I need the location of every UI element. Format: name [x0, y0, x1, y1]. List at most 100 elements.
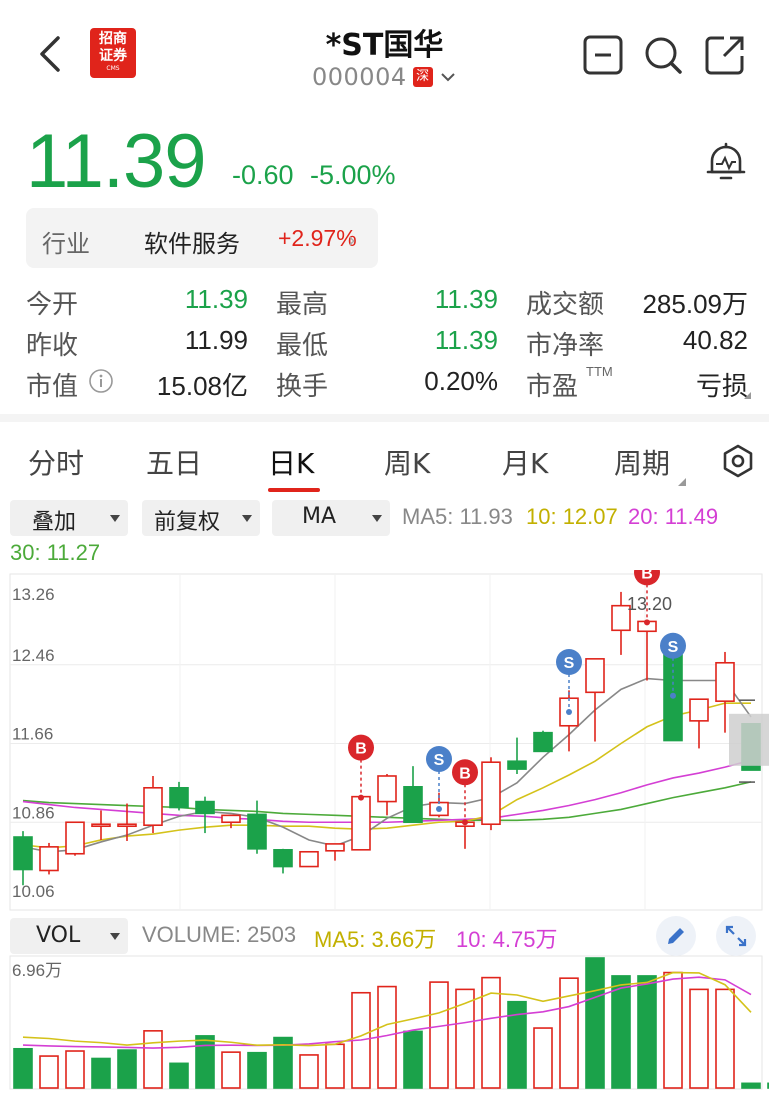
dropdown-arrow-icon — [242, 515, 252, 522]
volume-bar — [741, 1082, 761, 1089]
chevron-down-icon[interactable] — [439, 68, 457, 86]
minus-square-icon[interactable] — [582, 34, 624, 76]
volume-bar — [429, 981, 449, 1089]
tab-monthly-k[interactable]: 月K — [502, 442, 548, 482]
current-price-box — [729, 713, 769, 766]
stat-label-low: 最低 — [276, 331, 329, 361]
price-axis-label: 11.66 — [12, 725, 53, 744]
stat-prev-close: 11.99 — [184, 325, 248, 355]
marker-label: B — [459, 765, 471, 782]
candle-body — [117, 823, 137, 828]
candle-body — [221, 814, 241, 824]
candle-body — [689, 698, 709, 722]
price-axis-label: 12.46 — [12, 646, 55, 665]
candle-body — [169, 786, 189, 809]
marker-dot — [566, 709, 572, 715]
stat-open: 11.39 — [184, 284, 248, 314]
pencil-icon — [668, 928, 684, 944]
ma5-value: MA5: 11.93 — [402, 504, 513, 529]
stat-low: 11.39 — [434, 325, 498, 355]
tab-five-day[interactable]: 五日 — [146, 442, 202, 482]
ma30-value: 30: 11.27 — [10, 540, 101, 565]
dropdown-arrow-icon — [110, 515, 120, 522]
stat-label-open: 今开 — [26, 290, 79, 320]
marker-dot — [358, 794, 364, 801]
stat-label-high: 最高 — [276, 290, 329, 320]
stat-turnover: 0.20% — [424, 366, 498, 396]
price-axis-label: 10.06 — [12, 882, 55, 901]
marker-dot — [644, 619, 650, 626]
volume-bar — [637, 975, 657, 1089]
price-change: -0.60 — [232, 160, 294, 190]
marker-dot — [462, 819, 468, 826]
tab-period[interactable]: 周期 — [614, 442, 670, 482]
price-axis-label: 13.26 — [12, 585, 55, 604]
share-icon[interactable] — [704, 34, 746, 76]
volume-bar — [611, 975, 631, 1089]
marker-label: S — [668, 639, 679, 656]
stat-pb: 40.82 — [682, 325, 748, 355]
price-alert-icon[interactable] — [704, 140, 748, 184]
volume-axis-label: 6.96万 — [12, 961, 62, 980]
tab-intraday[interactable]: 分时 — [28, 442, 84, 482]
chevron-right-icon: › — [348, 228, 356, 252]
candle-body — [377, 775, 397, 803]
candle-body — [533, 731, 553, 753]
marker-dot — [436, 805, 442, 812]
stat-label-mcap: 市值 — [26, 372, 79, 402]
dropdown-arrow-icon — [110, 933, 120, 940]
stat-label-pb: 市净率 — [526, 331, 605, 361]
volume-bar — [403, 1030, 423, 1089]
volume-bar — [39, 1055, 59, 1089]
industry-card[interactable]: 行业 软件服务 +2.97% › — [26, 208, 378, 268]
volume-value: VOLUME: 2503 — [142, 922, 297, 947]
draw-tool-button[interactable] — [656, 916, 696, 956]
volume-bar — [117, 1049, 137, 1089]
candle-body — [585, 658, 605, 694]
tab-daily-k[interactable]: 日K — [268, 442, 314, 482]
indicator-dropdown[interactable]: MA — [272, 500, 390, 536]
volume-bar — [65, 1050, 85, 1089]
candle-body — [143, 786, 163, 827]
volume-indicator-dropdown[interactable]: VOL — [10, 918, 128, 954]
industry-name: 软件服务 — [144, 230, 240, 258]
ma20-value: 20: 11.49 — [628, 504, 719, 529]
candle-body — [273, 849, 293, 868]
volume-ma5: MA5: 3.66万 — [314, 927, 437, 952]
corner-marker — [744, 392, 751, 399]
marker-label: B — [641, 570, 653, 582]
ma10-value: 10: 12.07 — [526, 504, 618, 529]
candle-body — [507, 760, 527, 770]
settings-icon[interactable] — [720, 443, 756, 479]
price-axis-label: 10.86 — [12, 803, 55, 822]
dropdown-arrow-icon — [372, 515, 382, 522]
volume-bar — [247, 1051, 267, 1089]
candle-body — [247, 813, 267, 850]
adjust-dropdown[interactable]: 前复权 — [142, 500, 260, 536]
market-badge: 深 — [412, 67, 433, 87]
industry-label: 行业 — [42, 230, 90, 258]
stat-amount: 285.09万 — [642, 289, 748, 319]
stat-label-amount: 成交额 — [526, 290, 605, 320]
volume-bar — [195, 1035, 215, 1089]
marker-label: S — [564, 655, 575, 672]
stat-pe: 亏损 — [695, 371, 748, 401]
candle-body — [325, 843, 345, 852]
industry-change: +2.97% — [278, 225, 357, 251]
stock-code-selector[interactable]: 000004 深 — [312, 62, 457, 92]
fullscreen-button[interactable] — [716, 916, 756, 956]
stat-pe-ttm: TTM — [586, 364, 613, 379]
top-bar: 招商 证券 CMS *ST国华 000004 深 — [0, 0, 769, 110]
info-icon[interactable] — [88, 368, 114, 394]
overlay-dropdown[interactable]: 叠加 — [10, 500, 128, 536]
candle-body — [65, 821, 85, 855]
candle-body — [351, 795, 371, 851]
search-icon[interactable] — [642, 34, 684, 76]
candle-body — [39, 846, 59, 872]
stock-code: 000004 — [312, 63, 407, 91]
volume-bar — [533, 1027, 553, 1089]
high-price-label: 13.20 — [627, 594, 672, 614]
volume-bar — [689, 988, 709, 1089]
tab-weekly-k[interactable]: 周K — [384, 442, 430, 482]
kline-chart[interactable]: 13.2612.4611.6610.8610.0613.20BSBSBS6.96… — [0, 570, 769, 1105]
